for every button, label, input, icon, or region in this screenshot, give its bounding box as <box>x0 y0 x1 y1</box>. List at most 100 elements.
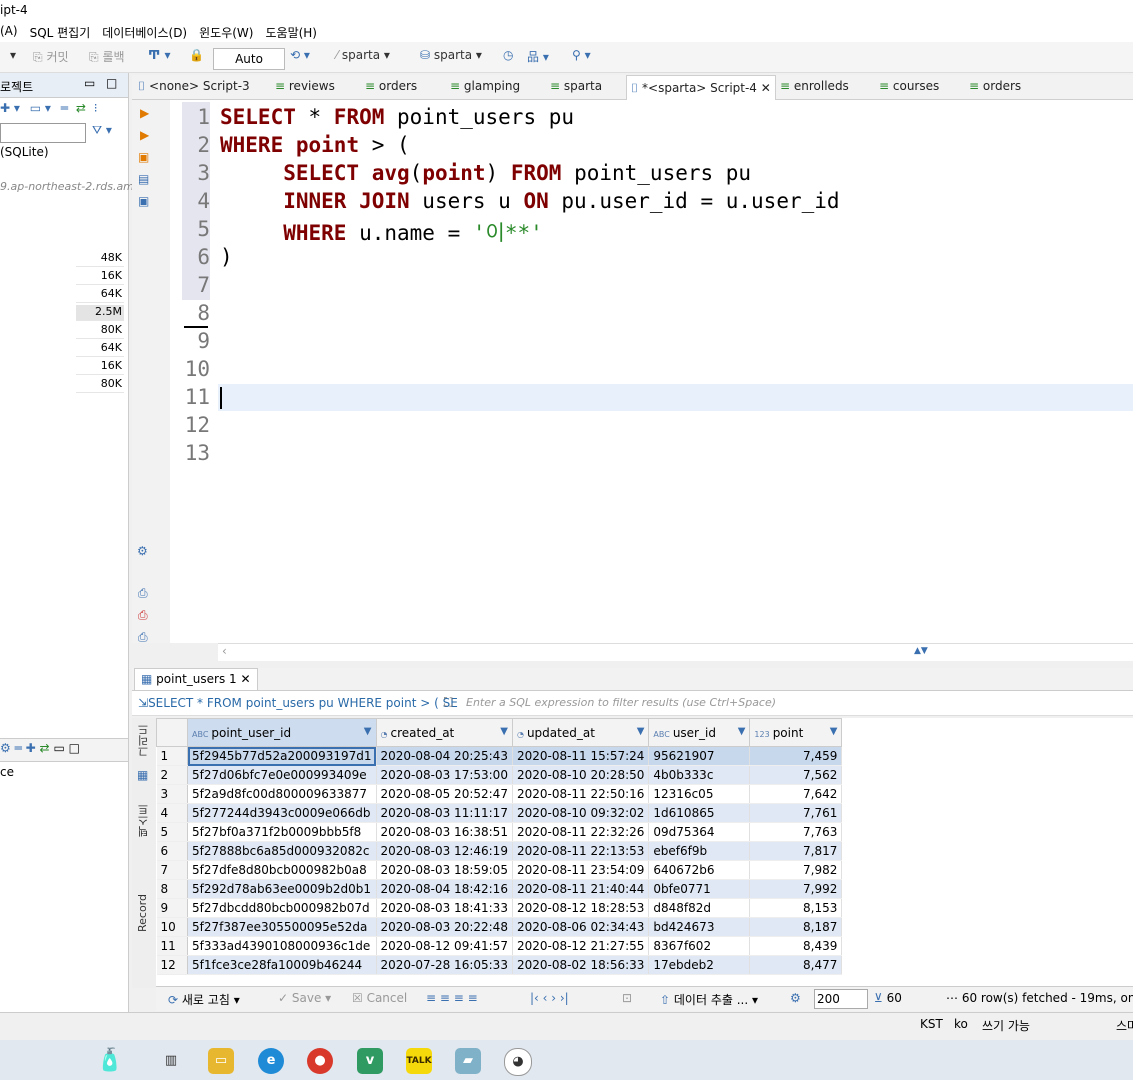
fetch-size-input[interactable]: 200 <box>814 989 868 1009</box>
cell-created-at[interactable]: 2020-08-03 12:46:19 <box>376 841 513 861</box>
cell-created-at[interactable]: 2020-07-28 16:05:33 <box>376 955 513 975</box>
folder-icon[interactable]: ▭ ▾ <box>30 101 51 115</box>
execute-script-icon[interactable]: ▣ <box>138 150 149 164</box>
sort-icon[interactable]: ▼ <box>637 726 645 737</box>
column-header-created-at[interactable]: ◔ created_at ▼ <box>375 718 513 747</box>
cell-point-user-id[interactable]: 5f333ad4390108000936c1de <box>187 936 377 956</box>
minimize-icon[interactable]: ▭ <box>53 741 64 755</box>
cell-point-user-id[interactable]: 5f27dbcdd80bcb000982b07d <box>187 898 377 918</box>
column-header-updated-at[interactable]: ◔ updated_at ▼ <box>511 718 650 747</box>
cell-point-user-id[interactable]: 5f292d78ab63ee0009b2d0b1 <box>187 879 377 899</box>
sort-icon[interactable]: ▼ <box>738 726 746 737</box>
cell-updated-at[interactable]: 2020-08-11 22:50:16 <box>512 784 650 804</box>
results-grid[interactable]: ABC point_user_id ▼ ◔ created_at ▼ ◔ updated_… <box>156 718 1133 986</box>
cell-point[interactable]: 7,817 <box>749 841 843 861</box>
lower-panel-item[interactable]: ce <box>0 765 14 779</box>
maximize-icon[interactable]: □ <box>69 741 80 755</box>
cell-user-id[interactable]: 95621907 <box>648 746 751 766</box>
dbeaver-icon[interactable]: ◕ <box>504 1048 532 1076</box>
schema-selector[interactable]: ⛁ sparta ▾ <box>420 48 482 62</box>
connect-icon[interactable]: ⚙ <box>0 741 11 755</box>
cell-point[interactable]: 7,562 <box>749 765 843 785</box>
cell-point-user-id[interactable]: 5f27888bc6a85d000932082c <box>187 841 377 861</box>
column-header-point[interactable]: 123 point ▼ <box>749 718 843 747</box>
add-connection-icon[interactable]: ✚ ▾ <box>0 101 20 115</box>
explain-icon[interactable]: ▤ <box>138 172 149 186</box>
cell-created-at[interactable]: 2020-08-04 18:42:16 <box>376 879 513 899</box>
fetch-all-icon[interactable]: ⊡ <box>622 991 632 1005</box>
tab-orders-2[interactable]: ≡ orders <box>969 79 1021 93</box>
cell-user-id[interactable]: 4b0b333c <box>648 765 751 785</box>
table-row[interactable]: 5 5f27bf0a371f2b0009bbb5f8 2020-08-03 16:3… <box>156 822 843 842</box>
cell-point[interactable]: 7,642 <box>749 784 843 804</box>
execute-new-tab-icon[interactable]: ▶ <box>140 128 149 142</box>
cell-point[interactable]: 7,761 <box>749 803 843 823</box>
pagination-controls[interactable]: |‹ ‹ › ›| <box>530 991 569 1005</box>
execute-icon[interactable]: ▶ <box>140 106 149 120</box>
menu-item-help[interactable]: 도움말(H) <box>259 22 323 42</box>
cell-updated-at[interactable]: 2020-08-11 22:13:53 <box>512 841 650 861</box>
results-tab[interactable]: ▦ point_users 1 ✕ <box>134 668 258 690</box>
cell-created-at[interactable]: 2020-08-03 20:22:48 <box>376 917 513 937</box>
link-icon[interactable]: ⇄ <box>76 101 86 115</box>
connection-selector[interactable]: ⁄ sparta ▾ <box>336 48 390 62</box>
cell-user-id[interactable]: bd424673 <box>648 917 751 937</box>
edit-row-icons[interactable]: ≡ ≡ ≡ ≡ <box>426 991 478 1005</box>
table-row[interactable]: 12 5f1fce3ce28fa10009b46244 2020-07-28 16:… <box>156 955 843 975</box>
sort-icon[interactable]: ▼ <box>830 726 838 737</box>
cell-point[interactable]: 7,992 <box>749 879 843 899</box>
table-row[interactable]: 8 5f292d78ab63ee0009b2d0b1 2020-08-04 18:4… <box>156 879 843 899</box>
cell-point-user-id[interactable]: 5f27d06bfc7e0e000993409e <box>187 765 377 785</box>
maximize-icon[interactable]: □ <box>106 76 117 90</box>
table-row[interactable]: 6 5f27888bc6a85d000932082c 2020-08-03 12:4… <box>156 841 843 861</box>
cell-point[interactable]: 7,982 <box>749 860 843 880</box>
error-log-icon[interactable]: ⎙ <box>138 608 148 623</box>
cell-point-user-id[interactable]: 5f277244d3943c0009e066db <box>187 803 377 823</box>
tab-reviews[interactable]: ≡ reviews <box>275 79 335 93</box>
cell-updated-at[interactable]: 2020-08-11 15:57:24 <box>512 746 650 766</box>
cell-created-at[interactable]: 2020-08-03 16:38:51 <box>376 822 513 842</box>
sort-icon[interactable]: ▼ <box>500 726 508 737</box>
expand-filter-icon[interactable]: ⛶ <box>444 695 452 710</box>
vim-icon[interactable]: v <box>357 1048 383 1074</box>
cell-user-id[interactable]: 17ebdeb2 <box>648 955 751 975</box>
cell-point[interactable]: 7,459 <box>749 746 843 766</box>
cancel-button[interactable]: ☒ Cancel <box>352 991 407 1005</box>
tab-record[interactable]: Record <box>136 894 149 932</box>
collapse-all-icon[interactable]: ═ <box>15 741 22 755</box>
cell-updated-at[interactable]: 2020-08-11 23:54:09 <box>512 860 650 880</box>
rollback-button[interactable]: ⎘ 롤백 <box>89 48 125 65</box>
query-text[interactable]: ⇲SELECT * FROM point_users pu WHERE poin… <box>138 696 458 710</box>
terminal-icon[interactable]: ▣ <box>138 194 149 208</box>
dashboard-icon[interactable]: ◷ <box>503 48 513 62</box>
cell-created-at[interactable]: 2020-08-12 09:41:57 <box>376 936 513 956</box>
cell-point-user-id[interactable]: 5f2a9d8fc00d800009633877 <box>187 784 377 804</box>
table-row[interactable]: 7 5f27dfe8d80bcb000982b0a8 2020-08-03 18:5… <box>156 860 843 880</box>
cell-user-id[interactable]: d848f82d <box>648 898 751 918</box>
commit-button[interactable]: ⎘ 커밋 <box>33 48 69 65</box>
collapse-icon[interactable]: ═ <box>61 101 68 115</box>
cell-updated-at[interactable]: 2020-08-10 09:32:02 <box>512 803 650 823</box>
cell-point-user-id[interactable]: 5f27bf0a371f2b0009bbb5f8 <box>187 822 377 842</box>
tab-courses[interactable]: ≡ courses <box>879 79 939 93</box>
scroll-left-icon[interactable]: ‹ <box>222 644 227 658</box>
tree-item-sqlite[interactable]: (SQLite) <box>0 145 49 159</box>
edge-browser-icon[interactable]: e <box>258 1048 284 1074</box>
table-row[interactable]: 1 5f2945b77d52a200093197d1 2020-08-04 20:2… <box>156 746 843 766</box>
filter-input[interactable]: Enter a SQL expression to filter results… <box>466 696 776 709</box>
search-icon[interactable]: ⚲ ▾ <box>572 48 591 62</box>
output-icon[interactable]: ⎙ <box>138 630 148 645</box>
minimize-icon[interactable]: ▭ <box>84 76 95 90</box>
notes-icon[interactable]: ▰ <box>455 1048 481 1074</box>
history-icon[interactable]: ⟲ ▾ <box>290 48 310 62</box>
cell-created-at[interactable]: 2020-08-03 18:59:05 <box>376 860 513 880</box>
navigator-filter-input[interactable] <box>0 123 86 143</box>
more-icon[interactable]: ⁝ <box>94 101 98 115</box>
sort-icon[interactable]: ▼ <box>364 726 372 737</box>
auto-commit-select[interactable]: Auto <box>213 48 285 70</box>
cell-created-at[interactable]: 2020-08-03 18:41:33 <box>376 898 513 918</box>
table-row[interactable]: 9 5f27dbcdd80bcb000982b07d 2020-08-03 18:4… <box>156 898 843 918</box>
table-row[interactable]: 10 5f27f387ee305500095e52da 2020-08-03 20:… <box>156 917 843 937</box>
cell-updated-at[interactable]: 2020-08-02 18:56:33 <box>512 955 650 975</box>
cleaning-icon[interactable]: 🧴 <box>80 1048 140 1074</box>
